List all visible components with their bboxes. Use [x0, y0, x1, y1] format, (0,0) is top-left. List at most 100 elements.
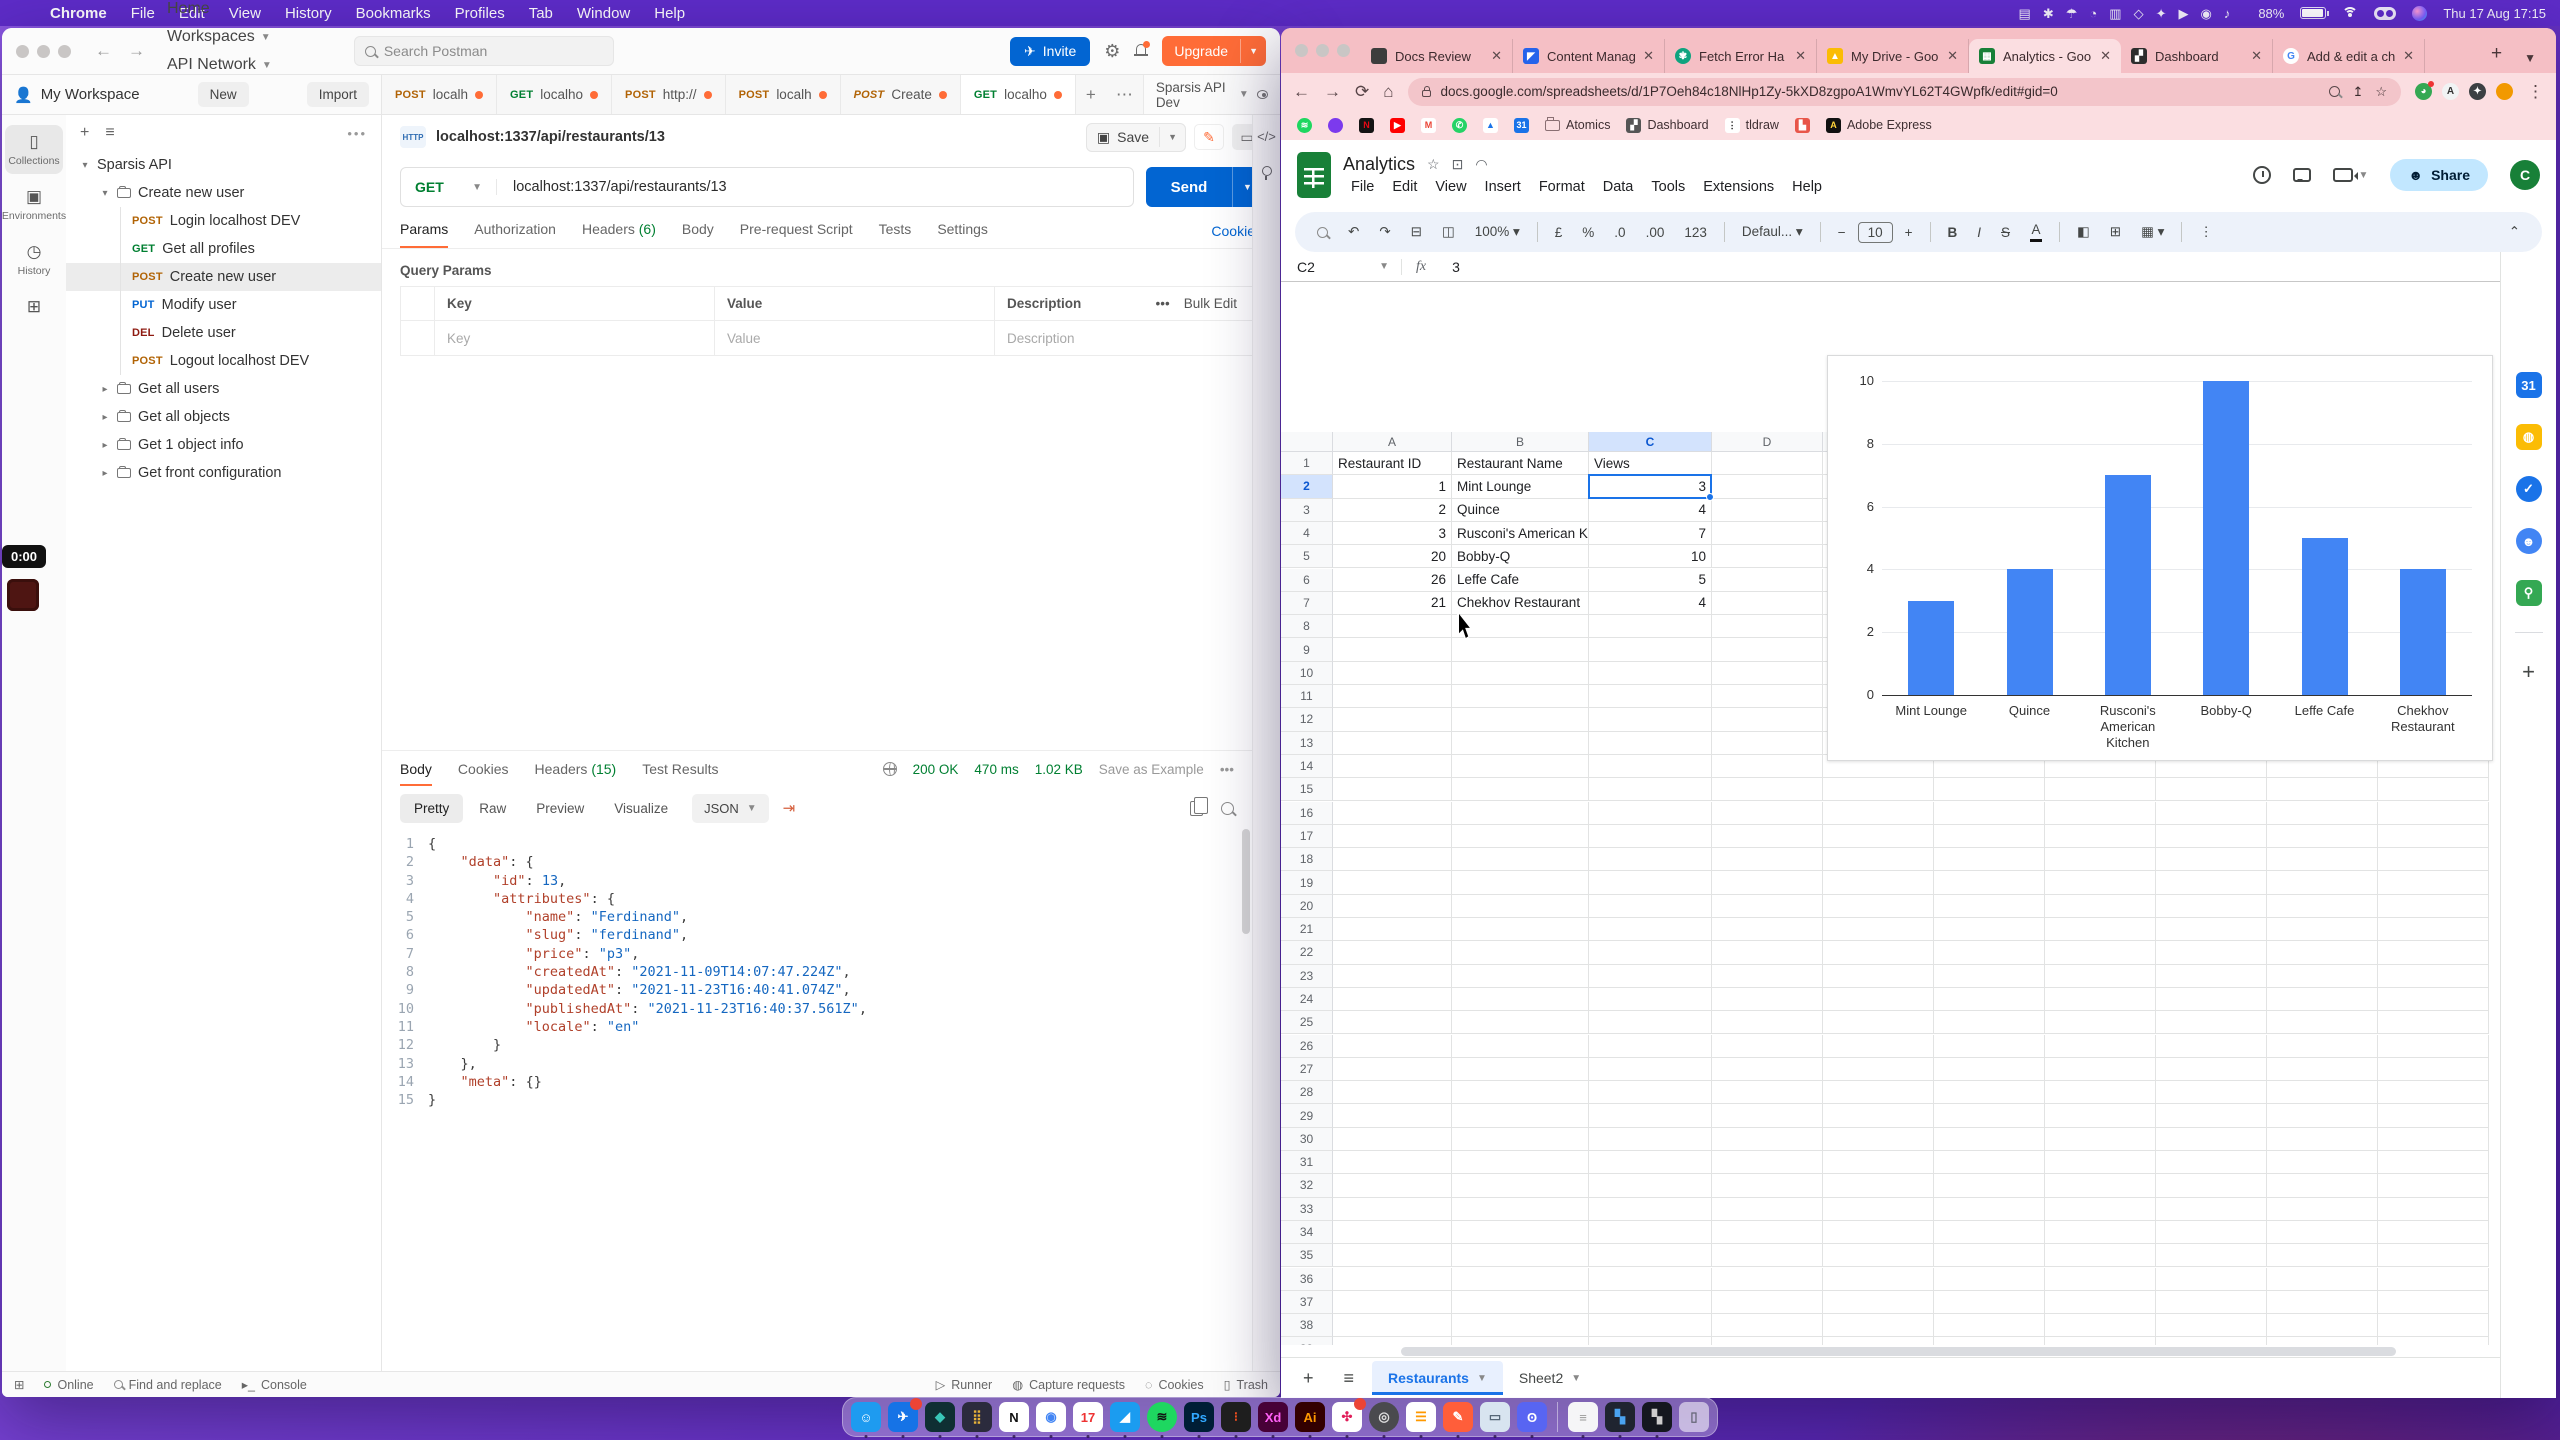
cell-E18[interactable] [1823, 848, 1934, 871]
response-size[interactable]: 1.02 KB [1035, 762, 1083, 777]
close-tab-icon[interactable]: ✕ [2403, 48, 2414, 64]
cell-J20[interactable] [2378, 895, 2489, 918]
description-input[interactable]: Description [995, 331, 1261, 346]
cell-E29[interactable] [1823, 1104, 1934, 1127]
cell-F27[interactable] [1934, 1058, 2045, 1081]
cell-G33[interactable] [2045, 1198, 2156, 1221]
row-header-22[interactable]: 22 [1281, 941, 1333, 964]
cell-D12[interactable] [1712, 708, 1823, 731]
cell-G28[interactable] [2045, 1081, 2156, 1104]
cell-E31[interactable] [1823, 1151, 1934, 1174]
trash-button[interactable]: ▯ Trash [1224, 1377, 1268, 1392]
cell-I27[interactable] [2267, 1058, 2378, 1081]
response-tab-test-results[interactable]: Test Results [642, 752, 718, 786]
calendar-panel-icon[interactable]: 31 [2516, 372, 2542, 398]
cell-E37[interactable] [1823, 1291, 1934, 1314]
cell-H19[interactable] [2156, 871, 2267, 894]
cell-A33[interactable] [1333, 1198, 1452, 1221]
cell-B10[interactable] [1452, 662, 1589, 685]
wrap-lines-icon[interactable]: ⇥ [779, 799, 800, 817]
cell-D27[interactable] [1712, 1058, 1823, 1081]
spotify-bookmark-icon[interactable]: ≋ [1297, 118, 1312, 133]
cell-H37[interactable] [2156, 1291, 2267, 1314]
cell-F35[interactable] [1934, 1244, 2045, 1267]
chart-bar[interactable] [2007, 569, 2053, 695]
cell-G32[interactable] [2045, 1174, 2156, 1197]
row-header-38[interactable]: 38 [1281, 1314, 1333, 1337]
row-header-24[interactable]: 24 [1281, 988, 1333, 1011]
save-button[interactable]: ▣ Save▼ [1086, 123, 1186, 152]
view-tab-preview[interactable]: Preview [522, 794, 598, 823]
cell-J22[interactable] [2378, 941, 2489, 964]
cell-B17[interactable] [1452, 825, 1589, 848]
cell-D28[interactable] [1712, 1081, 1823, 1104]
cell-A32[interactable] [1333, 1174, 1452, 1197]
cell-F39[interactable] [1934, 1337, 2045, 1345]
cell-H32[interactable] [2156, 1174, 2267, 1197]
row-header-32[interactable]: 32 [1281, 1174, 1333, 1197]
browser-tab-analytics-goo[interactable]: ▦Analytics - Goo✕ [1969, 39, 2121, 73]
cell-E20[interactable] [1823, 895, 1934, 918]
cell-D23[interactable] [1712, 965, 1823, 988]
increase-decimals[interactable]: .00 [1638, 221, 1673, 244]
bookmark-atomics[interactable]: Atomics [1545, 118, 1610, 132]
cell-A10[interactable] [1333, 662, 1452, 685]
cell-D4[interactable] [1712, 522, 1823, 545]
cell-F16[interactable] [1934, 802, 2045, 825]
number-format[interactable]: 123 [1676, 221, 1715, 244]
tree-item-login-localhost-dev[interactable]: POSTLogin localhost DEV [66, 207, 381, 235]
cell-H26[interactable] [2156, 1035, 2267, 1058]
cell-I38[interactable] [2267, 1314, 2378, 1337]
preview-dock-icon[interactable]: ▭ [1480, 1402, 1510, 1432]
cell-E24[interactable] [1823, 988, 1934, 1011]
camera-app-dock-icon[interactable]: ◎ [1369, 1402, 1399, 1432]
drive-bookmark-icon[interactable]: ▲ [1483, 118, 1498, 133]
extension-a-icon[interactable]: A [2442, 83, 2459, 100]
cell-A6[interactable]: 26 [1333, 569, 1452, 592]
cell-B7[interactable]: Chekhov Restaurant [1452, 592, 1589, 615]
cell-I39[interactable] [2267, 1337, 2378, 1345]
embedded-bar-chart[interactable]: 0246810Mint LoungeQuinceRusconi's Americ… [1827, 355, 2493, 761]
cell-A14[interactable] [1333, 755, 1452, 778]
row-header-39[interactable]: 39 [1281, 1337, 1333, 1345]
cell-D38[interactable] [1712, 1314, 1823, 1337]
cell-G39[interactable] [2045, 1337, 2156, 1345]
cell-F15[interactable] [1934, 778, 2045, 801]
cell-H29[interactable] [2156, 1104, 2267, 1127]
code-window-dock-icon[interactable]: ▚ [1605, 1402, 1635, 1432]
cell-J38[interactable] [2378, 1314, 2489, 1337]
environment-selector[interactable]: Sparsis API Dev▼ [1143, 75, 1280, 114]
cell-F33[interactable] [1934, 1198, 2045, 1221]
cell-E33[interactable] [1823, 1198, 1934, 1221]
cell-J24[interactable] [2378, 988, 2489, 1011]
italic-button[interactable]: I [1969, 221, 1989, 244]
youtube-bookmark-icon[interactable]: ▶ [1390, 118, 1405, 133]
cell-D37[interactable] [1712, 1291, 1823, 1314]
column-header-D[interactable]: D [1712, 432, 1823, 452]
cell-F17[interactable] [1934, 825, 2045, 848]
cell-I32[interactable] [2267, 1174, 2378, 1197]
send-button[interactable]: Send▼ [1146, 167, 1262, 207]
request-tab-tests[interactable]: Tests [879, 221, 912, 248]
cell-G15[interactable] [2045, 778, 2156, 801]
runner-button[interactable]: ▷ Runner [936, 1377, 993, 1392]
cell-J19[interactable] [2378, 871, 2489, 894]
cell-H36[interactable] [2156, 1268, 2267, 1291]
control-center-icon[interactable] [2374, 7, 2396, 20]
fill-color-icon[interactable]: ◧ [2069, 220, 2098, 244]
cell-C12[interactable] [1589, 708, 1712, 731]
zoom-select[interactable]: 100% ▾ [1467, 220, 1528, 244]
cell-D39[interactable] [1712, 1337, 1823, 1345]
row-header-26[interactable]: 26 [1281, 1035, 1333, 1058]
row-header-2[interactable]: 2 [1281, 475, 1333, 498]
cell-J34[interactable] [2378, 1221, 2489, 1244]
cell-C2[interactable]: 3 [1589, 475, 1712, 498]
row-header-15[interactable]: 15 [1281, 778, 1333, 801]
cell-B13[interactable] [1452, 732, 1589, 755]
mail-dock-icon[interactable]: ✈ [888, 1402, 918, 1432]
adobe-xd-dock-icon[interactable]: Xd [1258, 1402, 1288, 1432]
cell-C9[interactable] [1589, 638, 1712, 661]
find-and-replace[interactable]: Find and replace [114, 1378, 222, 1392]
cell-B3[interactable]: Quince [1452, 499, 1589, 522]
chevron-right-icon[interactable]: ▸ [100, 440, 110, 451]
